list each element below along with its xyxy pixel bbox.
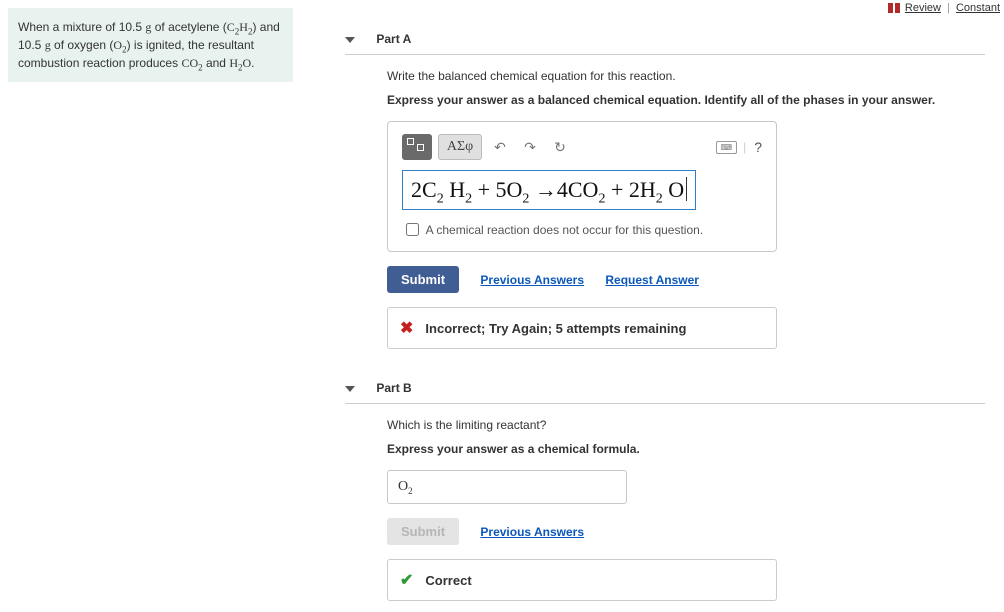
equation-toolbar: ΑΣφ ↶ ↷ ↻ ⌨ | ? xyxy=(402,134,762,160)
chevron-down-icon xyxy=(345,386,355,392)
reset-icon[interactable]: ↻ xyxy=(548,139,572,156)
formula-input[interactable]: O2 xyxy=(387,470,627,504)
redo-icon[interactable]: ↷ xyxy=(518,139,542,156)
check-icon: ✔ xyxy=(400,570,413,590)
feedback-correct: ✔ Correct xyxy=(387,559,777,601)
previous-answers-link[interactable]: Previous Answers xyxy=(480,273,584,287)
greek-letters-button[interactable]: ΑΣφ xyxy=(438,134,482,160)
no-reaction-label[interactable]: A chemical reaction does not occur for t… xyxy=(402,223,703,237)
submit-button: Submit xyxy=(387,518,459,545)
part-a-prompt: Write the balanced chemical equation for… xyxy=(387,69,985,83)
review-link[interactable]: Review xyxy=(905,2,941,14)
columns-icon xyxy=(888,2,900,14)
help-icon[interactable]: ? xyxy=(754,139,762,155)
equation-editor-box: ΑΣφ ↶ ↷ ↻ ⌨ | ? 2C2 H2 + 5O2 →4CO2 + 2H2… xyxy=(387,121,777,252)
top-links: Review | Constant xyxy=(888,2,1000,14)
constants-link[interactable]: Constant xyxy=(956,2,1000,14)
problem-statement: When a mixture of 10.5 g of acetylene (C… xyxy=(8,8,293,82)
feedback-incorrect: ✖ Incorrect; Try Again; 5 attempts remai… xyxy=(387,307,777,349)
fraction-template-button[interactable] xyxy=(402,134,432,160)
part-b-header[interactable]: Part B xyxy=(345,369,985,404)
equation-input[interactable]: 2C2 H2 + 5O2 →4CO2 + 2H2 O xyxy=(402,170,696,210)
keyboard-icon[interactable]: ⌨ xyxy=(716,141,738,154)
part-a-hint: Express your answer as a balanced chemic… xyxy=(387,93,985,107)
part-b-hint: Express your answer as a chemical formul… xyxy=(387,442,985,456)
x-icon: ✖ xyxy=(400,318,413,338)
part-a-title: Part A xyxy=(376,32,411,46)
part-a-header[interactable]: Part A xyxy=(345,20,985,55)
undo-icon[interactable]: ↶ xyxy=(488,139,512,156)
no-reaction-checkbox[interactable] xyxy=(406,223,419,236)
part-b-title: Part B xyxy=(376,381,411,395)
part-b-prompt: Which is the limiting reactant? xyxy=(387,418,985,432)
chevron-down-icon xyxy=(345,37,355,43)
request-answer-link[interactable]: Request Answer xyxy=(605,273,699,287)
previous-answers-link[interactable]: Previous Answers xyxy=(480,525,584,539)
submit-button[interactable]: Submit xyxy=(387,266,459,293)
